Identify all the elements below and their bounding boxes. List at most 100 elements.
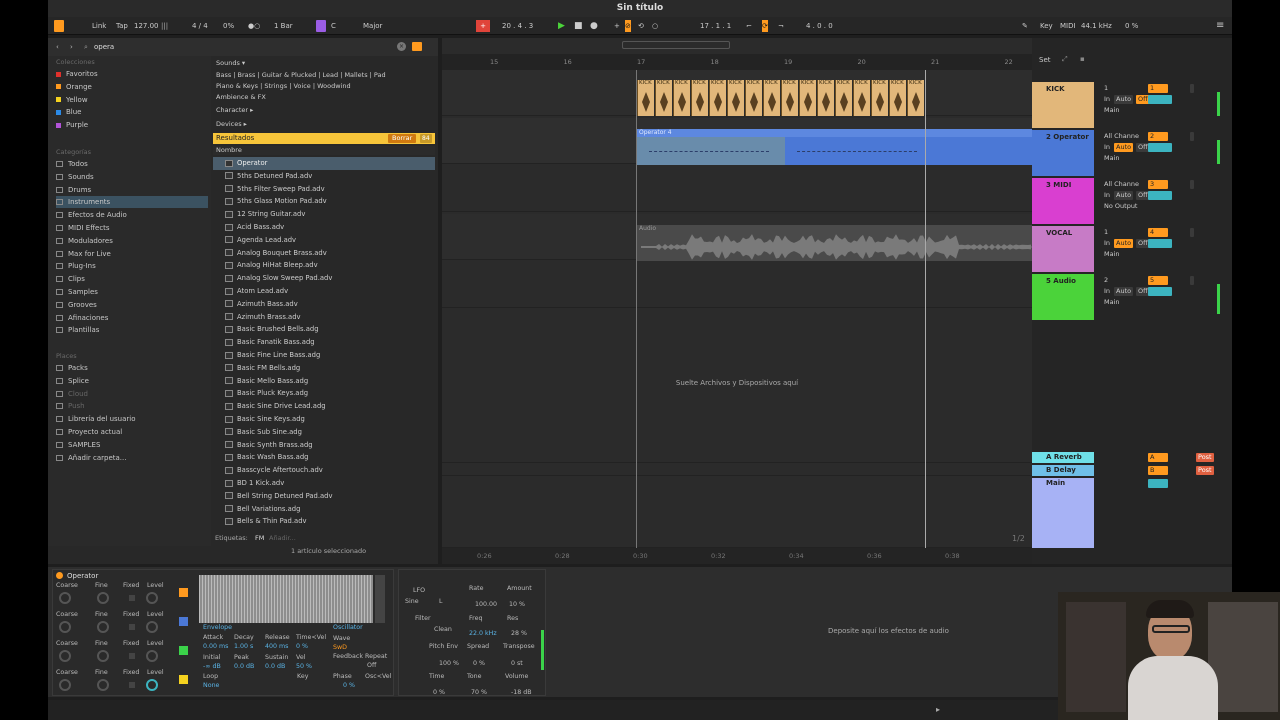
track-header[interactable]: KICK: [1032, 82, 1094, 128]
env2-value[interactable]: -∞ dB: [203, 663, 221, 670]
place-item[interactable]: Proyecto actual: [56, 426, 208, 438]
track-header[interactable]: B Delay: [1032, 465, 1094, 476]
loop-value[interactable]: None: [203, 682, 219, 689]
clip-audio[interactable]: Audio: [637, 225, 1032, 261]
file-item[interactable]: Bell String Detuned Pad.adv: [213, 490, 435, 503]
automation-arm-icon[interactable]: ⊘: [625, 20, 631, 32]
level-knob[interactable]: [146, 650, 158, 662]
forward-icon[interactable]: ›: [70, 43, 73, 51]
file-item[interactable]: Basic Wash Bass.adg: [213, 451, 435, 464]
envelope-tab[interactable]: Envelope: [203, 624, 232, 631]
file-item[interactable]: Basscycle Aftertouch.adv: [213, 464, 435, 477]
file-item[interactable]: Basic Synth Brass.adg: [213, 439, 435, 452]
file-item[interactable]: Acid Bass.adv: [213, 221, 435, 234]
auto-button[interactable]: Auto: [1114, 239, 1134, 248]
file-item[interactable]: 5ths Filter Sweep Pad.adv: [213, 183, 435, 196]
record-mode-icon[interactable]: ●○: [248, 20, 260, 32]
kick-clip[interactable]: KICK: [799, 80, 816, 116]
category-item[interactable]: Plug-Ins: [56, 260, 208, 272]
loop-length-field[interactable]: 4 . 0 . 0: [806, 20, 833, 32]
place-item[interactable]: Cloud: [56, 388, 208, 400]
capture-icon[interactable]: ⟲: [638, 20, 644, 32]
file-item[interactable]: Analog Bouquet Brass.adv: [213, 247, 435, 260]
kick-clip[interactable]: KICK: [745, 80, 762, 116]
key-map-button[interactable]: Key: [1040, 20, 1053, 32]
place-item[interactable]: Añadir carpeta...: [56, 452, 208, 464]
amount-value[interactable]: 10 %: [509, 601, 525, 608]
wave-value[interactable]: SwD: [333, 644, 347, 651]
collection-item[interactable]: Orange: [56, 81, 208, 93]
category-item[interactable]: Max for Live: [56, 248, 208, 260]
env2-value[interactable]: 0.0 dB: [265, 663, 285, 670]
category-item[interactable]: Sounds: [56, 171, 208, 183]
filter-row-1[interactable]: Bass | Brass | Guitar & Plucked | Lead |…: [216, 71, 386, 79]
track-output[interactable]: Main: [1102, 298, 1150, 307]
phase-value[interactable]: 0 %: [343, 682, 355, 689]
category-item[interactable]: Clips: [56, 273, 208, 285]
spread-value[interactable]: 0 %: [473, 660, 485, 667]
punch-icon[interactable]: ⌐: [746, 20, 752, 32]
groove-pct[interactable]: 0%: [223, 20, 234, 32]
category-item[interactable]: Grooves: [56, 299, 208, 311]
post-button[interactable]: Post: [1196, 466, 1214, 475]
search-input[interactable]: opera: [94, 43, 114, 51]
fine-knob[interactable]: [97, 621, 109, 633]
track-header[interactable]: A Reverb: [1032, 452, 1094, 463]
position-field[interactable]: 20 . 4 . 3: [502, 20, 533, 32]
return-letter[interactable]: B: [1148, 466, 1168, 475]
time-value[interactable]: 0 %: [433, 689, 445, 696]
env2-value[interactable]: 50 %: [296, 663, 312, 670]
kick-clip[interactable]: KICK: [835, 80, 852, 116]
fixed-toggle[interactable]: [129, 595, 135, 601]
file-item[interactable]: Basic Sine Drive Lead.adg: [213, 400, 435, 413]
file-item[interactable]: Atom Lead.adv: [213, 285, 435, 298]
kick-clip[interactable]: KICK: [871, 80, 888, 116]
auto-button[interactable]: Auto: [1114, 287, 1134, 296]
filter-row-3[interactable]: Ambience & FX: [216, 93, 266, 101]
track-output[interactable]: Main: [1102, 154, 1150, 163]
track-input[interactable]: 2: [1102, 276, 1142, 285]
category-item[interactable]: Samples: [56, 286, 208, 298]
coarse-knob[interactable]: [59, 679, 71, 691]
track-input[interactable]: All Channe: [1102, 132, 1142, 141]
track-number[interactable]: 4: [1148, 228, 1168, 237]
lock-icon[interactable]: ▪: [1080, 55, 1085, 63]
time-signature[interactable]: 4 / 4: [192, 20, 208, 32]
auto-button[interactable]: Auto: [1114, 143, 1134, 152]
pitchenv-value[interactable]: 100 %: [439, 660, 459, 667]
oscillator-tab[interactable]: Oscillator: [333, 624, 363, 631]
category-item[interactable]: Todos: [56, 158, 208, 170]
collection-item[interactable]: Blue: [56, 106, 208, 118]
file-item[interactable]: Basic Fine Line Bass.adg: [213, 349, 435, 362]
add-tag[interactable]: Añadir...: [269, 534, 296, 542]
filter-sounds[interactable]: Sounds ▾: [216, 59, 245, 67]
scale-icon[interactable]: [316, 20, 326, 32]
osc-select[interactable]: [179, 675, 188, 684]
metronome-icon[interactable]: |||: [161, 20, 168, 32]
punch-out-icon[interactable]: ¬: [778, 20, 784, 32]
return-letter[interactable]: [1148, 479, 1168, 488]
file-item[interactable]: Azimuth Brass.adv: [213, 311, 435, 324]
clear-search-icon[interactable]: ×: [397, 42, 406, 51]
res-value[interactable]: 28 %: [511, 630, 527, 637]
track-solo[interactable]: [1190, 228, 1194, 237]
tap-button[interactable]: Tap: [116, 20, 128, 32]
arrangement-record-icon[interactable]: +: [476, 20, 490, 32]
return-letter[interactable]: A: [1148, 453, 1168, 462]
env-value[interactable]: 1.00 s: [234, 643, 253, 650]
track-number[interactable]: 2: [1148, 132, 1168, 141]
track-output[interactable]: Main: [1102, 106, 1150, 115]
env-value[interactable]: 0 %: [296, 643, 308, 650]
device-on-icon[interactable]: [56, 572, 63, 579]
track-header[interactable]: Main: [1032, 478, 1094, 548]
freq-value[interactable]: 22.0 kHz: [469, 630, 497, 637]
volume-field[interactable]: [1148, 287, 1172, 296]
file-item[interactable]: Bell Variations.adg: [213, 503, 435, 516]
place-item[interactable]: Packs: [56, 362, 208, 374]
fixed-toggle[interactable]: [129, 624, 135, 630]
osc-select[interactable]: [179, 617, 188, 626]
track-solo[interactable]: [1190, 180, 1194, 189]
kick-clip[interactable]: KICK: [637, 80, 654, 116]
auto-button[interactable]: Auto: [1114, 191, 1134, 200]
transpose-value[interactable]: 0 st: [511, 660, 523, 667]
